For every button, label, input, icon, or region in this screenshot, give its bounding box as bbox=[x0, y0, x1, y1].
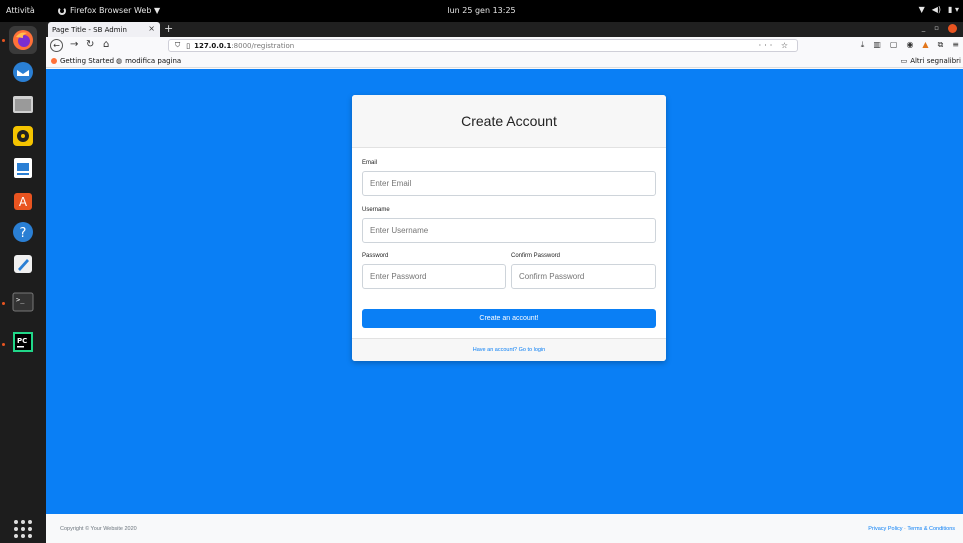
home-icon[interactable]: ⌂ bbox=[103, 39, 109, 51]
registration-form: Email Username Password Confirm Password… bbox=[352, 148, 666, 338]
page-content: Create Account Email Username Password C… bbox=[46, 69, 963, 543]
bookmark-modifica[interactable]: ◍ modifica pagina bbox=[116, 57, 181, 65]
download-icon[interactable]: ⤓ bbox=[861, 40, 865, 50]
username-field[interactable] bbox=[362, 218, 656, 243]
tab-close-icon[interactable]: × bbox=[148, 24, 155, 33]
software-center-icon[interactable]: A bbox=[9, 186, 37, 214]
volume-icon[interactable]: ◀) bbox=[932, 5, 941, 14]
login-link[interactable]: Have an account? Go to login bbox=[473, 347, 545, 353]
desktop: Attività Firefox Browser Web ▼ lun 25 ge… bbox=[0, 0, 963, 543]
browser-window: Page Title - SB Admin × + _ ▫ ← → ↻ ⌂ ⛉ … bbox=[46, 22, 963, 543]
copyright-text: Copyright © Your Website 2020 bbox=[60, 526, 137, 532]
forward-arrow-icon[interactable]: → bbox=[70, 39, 78, 51]
text-editor-icon[interactable] bbox=[9, 250, 37, 278]
globe-icon: ◍ bbox=[116, 57, 123, 65]
sidebar-icon[interactable]: ▢ bbox=[890, 40, 898, 50]
reload-icon[interactable]: ↻ bbox=[86, 39, 94, 51]
confirm-password-label: Confirm Password bbox=[511, 253, 561, 259]
svg-text:?: ? bbox=[20, 226, 27, 241]
firefox-icon bbox=[58, 6, 66, 15]
page-footer: Copyright © Your Website 2020 Privacy Po… bbox=[46, 514, 963, 543]
library-icon[interactable]: ▥ bbox=[873, 40, 881, 50]
bookmark-getting-started[interactable]: Getting Started bbox=[51, 57, 114, 65]
username-label: Username bbox=[362, 207, 390, 213]
svg-text:PC: PC bbox=[17, 337, 27, 345]
tab-bar: Page Title - SB Admin × + _ ▫ bbox=[46, 22, 963, 37]
metamask-icon[interactable]: ▲ bbox=[922, 40, 928, 50]
app-menu[interactable]: Firefox Browser Web ▼ bbox=[58, 6, 160, 15]
terminal-icon[interactable]: >_ bbox=[9, 288, 37, 316]
menu-icon[interactable]: ≡ bbox=[952, 40, 959, 50]
registration-card: Create Account Email Username Password C… bbox=[352, 95, 666, 361]
maximize-icon[interactable]: ▫ bbox=[934, 24, 939, 33]
email-field[interactable] bbox=[362, 171, 656, 196]
password-label: Password bbox=[362, 253, 389, 259]
wifi-icon[interactable]: ▼ bbox=[919, 5, 925, 14]
thunderbird-icon[interactable] bbox=[9, 58, 37, 86]
confirm-password-field[interactable] bbox=[511, 264, 656, 289]
battery-icon[interactable]: ▮ ▾ bbox=[948, 5, 959, 14]
help-icon[interactable]: ? bbox=[9, 218, 37, 246]
page-icon: ▯ bbox=[186, 41, 191, 50]
card-header: Create Account bbox=[352, 95, 666, 148]
bookmarks-bar: Getting Started ◍ modifica pagina ▭ Altr… bbox=[46, 54, 963, 68]
firefox-dock-icon[interactable] bbox=[9, 26, 37, 54]
writer-icon[interactable] bbox=[9, 154, 37, 182]
rhythmbox-icon[interactable] bbox=[9, 122, 37, 150]
card-footer: Have an account? Go to login bbox=[352, 338, 666, 361]
clock[interactable]: lun 25 gen 13:25 bbox=[447, 6, 515, 15]
app-menu-label: Firefox Browser Web ▼ bbox=[70, 6, 161, 15]
extension-icon[interactable]: ⧉ bbox=[938, 40, 944, 50]
system-top-bar: Attività Firefox Browser Web ▼ lun 25 ge… bbox=[0, 0, 963, 22]
svg-text:A: A bbox=[19, 195, 28, 209]
other-bookmarks[interactable]: ▭ Altri segnalibri bbox=[901, 57, 961, 65]
url-host: 127.0.0.1 bbox=[194, 41, 232, 50]
back-arrow-icon[interactable]: ← bbox=[50, 39, 63, 52]
minimize-icon[interactable]: _ bbox=[922, 24, 926, 33]
running-indicator bbox=[2, 302, 5, 305]
create-account-button[interactable]: Create an account! bbox=[362, 309, 656, 328]
other-bookmarks-label: Altri segnalibri bbox=[910, 57, 961, 65]
activities-button[interactable]: Attività bbox=[6, 6, 35, 15]
new-tab-button[interactable]: + bbox=[164, 23, 173, 35]
bookmark-label: Getting Started bbox=[60, 57, 115, 65]
pycharm-icon[interactable]: PC bbox=[9, 328, 37, 356]
navigation-toolbar: ← → ↻ ⌂ ⛉ ▯ 127.0.0.1 :8000/registration… bbox=[46, 37, 963, 54]
terms-link[interactable]: Terms & Conditions bbox=[907, 526, 955, 532]
close-window-icon[interactable] bbox=[948, 24, 957, 33]
running-indicator bbox=[2, 343, 5, 346]
shield-icon[interactable]: ⛉ bbox=[175, 41, 180, 50]
footer-links: Privacy Policy · Terms & Conditions bbox=[868, 526, 955, 532]
files-icon[interactable] bbox=[9, 90, 37, 118]
page-title: Create Account bbox=[461, 113, 557, 129]
bookmark-label: modifica pagina bbox=[125, 57, 182, 65]
page-actions-icon[interactable]: ··· ☆ bbox=[759, 41, 791, 50]
window-controls: _ ▫ bbox=[922, 24, 957, 33]
account-icon[interactable]: ◉ bbox=[906, 40, 913, 50]
running-indicator bbox=[2, 39, 5, 42]
dock: A ? >_ PC bbox=[0, 22, 46, 543]
toolbar-right: ⤓ ▥ ▢ ◉ ▲ ⧉ ≡ bbox=[861, 40, 959, 50]
system-tray[interactable]: ▼ ◀) ▮ ▾ bbox=[919, 5, 959, 14]
url-bar[interactable]: ⛉ ▯ 127.0.0.1 :8000/registration ··· ☆ bbox=[168, 39, 798, 52]
svg-text:>_: >_ bbox=[16, 296, 25, 304]
tab-title: Page Title - SB Admin bbox=[52, 25, 127, 34]
show-applications-button[interactable] bbox=[14, 520, 32, 538]
folder-icon: ▭ bbox=[900, 57, 908, 65]
email-label: Email bbox=[362, 160, 378, 166]
tab-active[interactable]: Page Title - SB Admin × bbox=[48, 22, 160, 37]
privacy-policy-link[interactable]: Privacy Policy bbox=[868, 526, 902, 532]
password-field[interactable] bbox=[362, 264, 506, 289]
firefox-small-icon bbox=[51, 58, 57, 64]
url-path: :8000/registration bbox=[231, 41, 295, 50]
